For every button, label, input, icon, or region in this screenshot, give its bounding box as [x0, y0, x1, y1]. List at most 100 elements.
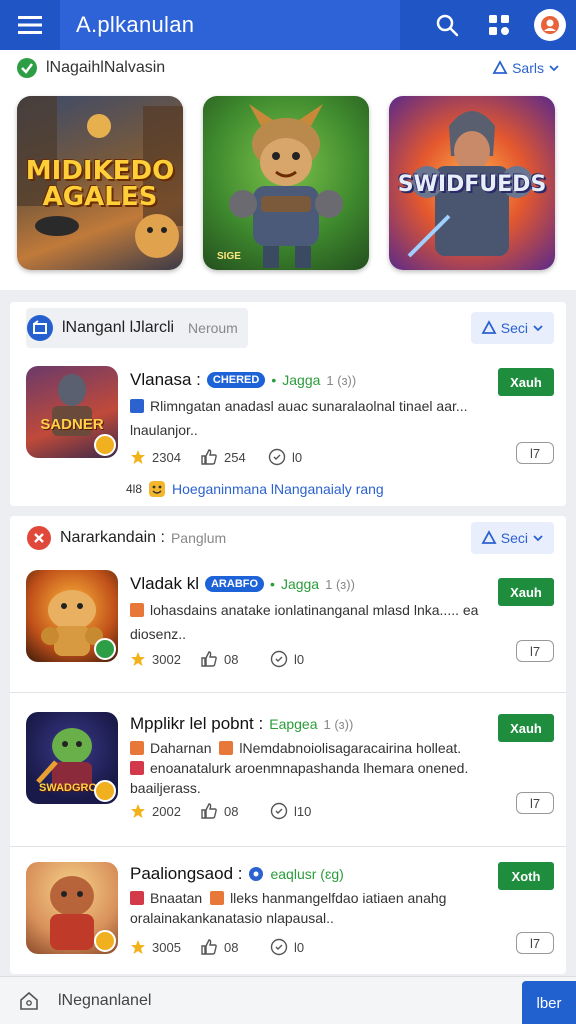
featured-section: lNagaihlNalvasin Sarls MIDIKEDO AGALES S…: [0, 50, 576, 290]
likes-stat[interactable]: 08: [200, 650, 270, 668]
app-name: Paaliongsaod :: [130, 864, 243, 883]
row-divider: [10, 846, 566, 847]
section-1-subtitle: Neroum: [188, 320, 238, 336]
views-stat: l0: [270, 938, 340, 956]
rate-button[interactable]: l7: [516, 442, 554, 464]
rating-stat: 3002: [130, 651, 200, 667]
views-value: l0: [292, 449, 303, 465]
views-value: l0: [294, 651, 305, 667]
app-developer[interactable]: Jagga: [281, 576, 319, 592]
search-icon: [436, 14, 459, 37]
sort-icon: [481, 320, 497, 334]
section-2-header: Nararkandain : Panglum Seci: [10, 518, 566, 558]
flag-icon: [130, 891, 144, 905]
section-2-sort-button[interactable]: Seci: [470, 522, 554, 554]
bottom-bar-label[interactable]: lNegnanlanel: [58, 992, 151, 1010]
rating-stat: 2002: [130, 803, 200, 819]
app-badge: [94, 930, 116, 952]
app-stats: 3005 08 l0: [130, 938, 340, 956]
app-stats: 2304 254 l0: [130, 448, 338, 466]
section-1-title-chip[interactable]: lNanganl lJlarcli Neroum: [26, 308, 248, 348]
featured-tile-2[interactable]: SIGE: [203, 96, 369, 270]
app-title-line: Vlanasa : CHERED • Jagga 1 (ɜ)): [130, 370, 356, 390]
app-title: A.plkanulan: [76, 12, 195, 37]
likes-stat[interactable]: 08: [200, 802, 270, 820]
app-name: Vlanasa :: [130, 370, 201, 389]
chevron-down-icon: [533, 325, 543, 332]
section-1-sort-label: Seci: [500, 320, 528, 336]
install-button[interactable]: Xoth: [498, 862, 554, 890]
promo-number: 4l8: [126, 482, 143, 496]
check-icon: [130, 399, 144, 413]
thumb-up-icon: [201, 803, 217, 819]
app-row[interactable]: Vladak kl ARABFO • Jagga 1 (ɜ)) Xauh loh…: [10, 568, 566, 692]
app-title-line: Vladak kl ARABFO • Jagga 1 (ɜ)): [130, 574, 355, 594]
app-description-text: lohasdains anatake ionlatinanganal mlasd…: [130, 602, 479, 642]
app-row[interactable]: Paaliongsaod : eaqlusr (ɛg) Xoth Bnaatan…: [10, 862, 566, 972]
app-row[interactable]: SADNER Vlanasa : CHERED • Jagga 1 (ɜ)) X…: [10, 364, 566, 504]
app-icon: [26, 862, 118, 954]
check-badge-icon: [17, 58, 37, 78]
search-button[interactable]: [430, 8, 464, 42]
rating-value: 3002: [152, 651, 181, 667]
app-bar-actions: [430, 8, 576, 42]
home-button[interactable]: [12, 984, 46, 1018]
featured-sort-button[interactable]: Sarls: [492, 60, 560, 76]
likes-value: 08: [224, 803, 239, 819]
tile-2-art: [229, 104, 343, 268]
thumb-up-icon: [201, 651, 217, 667]
featured-header: lNagaihlNalvasin Sarls: [0, 50, 576, 86]
app-stats: 2002 08 l10: [130, 802, 340, 820]
tile-2-caption: SIGE: [217, 251, 241, 262]
flag-icon: [130, 603, 144, 617]
app-description-line1b: lNemdabnoiolisagaracairina holleat.: [239, 740, 462, 756]
featured-tile-1[interactable]: MIDIKEDO AGALES: [17, 96, 183, 270]
tile-1-logo: MIDIKEDO AGALES: [17, 158, 183, 210]
grid-button[interactable]: [482, 8, 516, 42]
app-meta: 1 (ɜ)): [323, 716, 354, 732]
emoji-icon: [149, 481, 166, 497]
app-icon: SWADGROD: [26, 712, 118, 804]
app-developer[interactable]: Jagga: [282, 372, 320, 388]
promo-line[interactable]: 4l8 Hoeganinmana lNanganaialy rang: [126, 480, 384, 498]
bottom-bar: lNegnanlanel lber: [0, 976, 576, 1024]
views-stat: l0: [270, 650, 340, 668]
rate-button[interactable]: l7: [516, 792, 554, 814]
section-2-title: Nararkandain :: [60, 529, 165, 546]
install-button[interactable]: Xauh: [498, 368, 554, 396]
views-stat: l0: [268, 448, 338, 466]
featured-tiles: MIDIKEDO AGALES SIGE SWIDFUEDS: [0, 86, 576, 270]
star-icon: [131, 450, 145, 464]
app-row[interactable]: SWADGROD Mpplikr lel pobnt : Eapgea 1 (ɜ…: [10, 710, 566, 840]
profile-button[interactable]: [534, 9, 566, 41]
app-description-line1b: lleks hanmangelfdao iatiaen anahg: [230, 890, 447, 906]
section-1-sort-button[interactable]: Seci: [470, 312, 554, 344]
grid-icon: [489, 15, 509, 35]
tile-3-logo: SWIDFUEDS: [389, 172, 555, 198]
rate-button[interactable]: l7: [516, 640, 554, 662]
eye-icon: [270, 650, 288, 668]
app-developer[interactable]: Eapgea: [269, 716, 317, 732]
app-tag: ARABFO: [204, 576, 265, 592]
menu-button[interactable]: [0, 0, 60, 50]
app-developer[interactable]: eaqlusr (ɛg): [270, 866, 343, 882]
install-button[interactable]: Xauh: [498, 578, 554, 606]
rating-value: 3005: [152, 939, 181, 955]
section-card-1: lNanganl lJlarcli Neroum Seci SADNER Vla…: [10, 302, 566, 506]
install-button[interactable]: Xauh: [498, 714, 554, 742]
open-box-icon: [27, 315, 53, 341]
featured-title: lNagaihlNalvasin: [46, 59, 166, 76]
close-badge-icon: [27, 526, 51, 550]
featured-sort-label: Sarls: [512, 60, 544, 76]
likes-value: 08: [224, 939, 239, 955]
bottom-action-button[interactable]: lber: [522, 981, 576, 1024]
app-description-line1: Daharnan: [150, 740, 212, 756]
likes-stat[interactable]: 08: [200, 938, 270, 956]
likes-stat[interactable]: 254: [200, 448, 270, 466]
app-bar: A.plkanulan: [0, 0, 576, 50]
app-title-line: Mpplikr lel pobnt : Eapgea 1 (ɜ)): [130, 714, 353, 734]
app-icon: SADNER: [26, 366, 118, 458]
featured-tile-3[interactable]: SWIDFUEDS: [389, 96, 555, 270]
rate-button[interactable]: l7: [516, 932, 554, 954]
app-name: Mpplikr lel pobnt :: [130, 714, 264, 733]
